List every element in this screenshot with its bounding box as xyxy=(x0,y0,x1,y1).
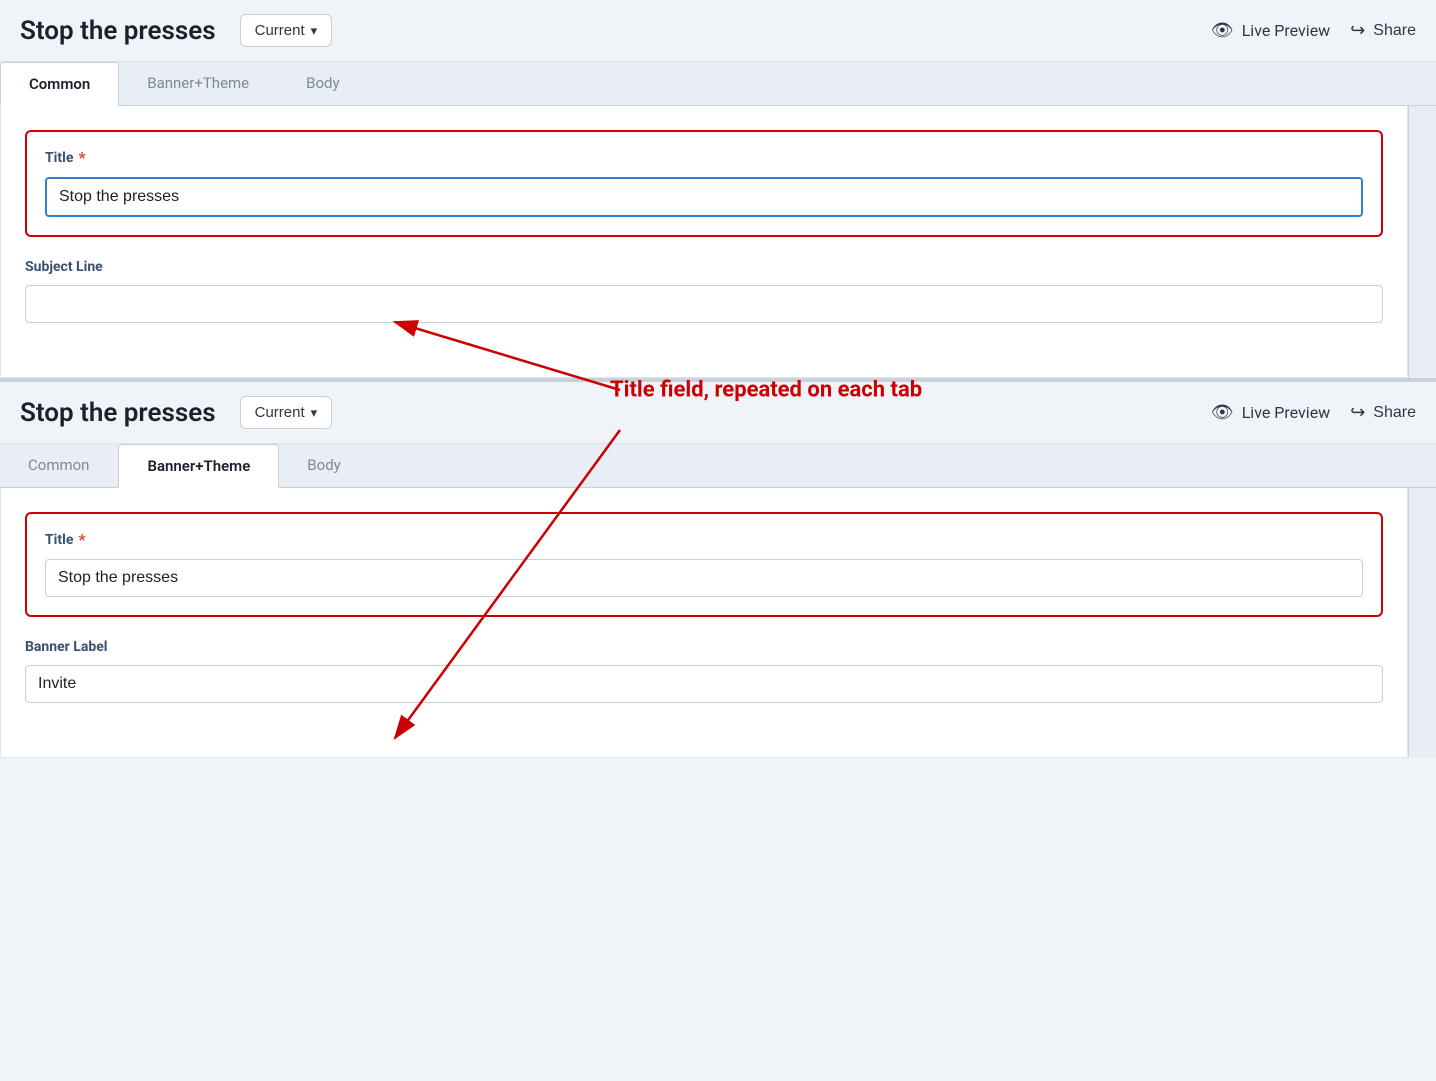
tab-banner-theme-lower[interactable]: Banner+Theme xyxy=(118,444,279,488)
upper-panel: Stop the presses Current ▾ 👁 Live Previe… xyxy=(0,0,1436,382)
tab-banner-theme-upper[interactable]: Banner+Theme xyxy=(119,62,278,105)
share-button-lower[interactable]: ↪ Share xyxy=(1350,402,1416,423)
share-label-upper: Share xyxy=(1373,22,1416,40)
banner-label-field-group-lower: Banner Label xyxy=(25,639,1383,703)
header-actions-upper: 👁 Live Preview ↪ Share xyxy=(1211,20,1416,41)
title-input-lower[interactable] xyxy=(45,559,1363,597)
current-dropdown-upper[interactable]: Current ▾ xyxy=(240,14,333,47)
lower-main-content: Title * Banner Label xyxy=(0,488,1408,758)
side-strip-upper xyxy=(1408,106,1436,378)
dropdown-chevron-upper: ▾ xyxy=(311,23,318,39)
lower-header: Stop the presses Current ▾ 👁 Live Previe… xyxy=(0,382,1436,444)
title-input-upper[interactable] xyxy=(45,177,1363,217)
eye-icon-lower: 👁 xyxy=(1211,402,1234,423)
required-star-lower: * xyxy=(78,530,85,549)
required-star-upper: * xyxy=(78,148,85,167)
tab-common-lower[interactable]: Common xyxy=(0,444,118,487)
current-dropdown-lower[interactable]: Current ▾ xyxy=(240,396,333,429)
title-label-lower: Title * xyxy=(45,530,1363,549)
tab-common-upper[interactable]: Common xyxy=(0,62,119,106)
title-field-group-lower: Title * xyxy=(25,512,1383,617)
dropdown-label-upper: Current xyxy=(255,22,305,39)
side-strip-lower xyxy=(1408,488,1436,758)
title-field-group-upper: Title * xyxy=(25,130,1383,237)
title-label-upper: Title * xyxy=(45,148,1363,167)
upper-main-content: Title * Subject Line xyxy=(0,106,1408,378)
lower-content-area: Title * Banner Label xyxy=(0,488,1436,758)
live-preview-label-upper: Live Preview xyxy=(1242,21,1331,40)
dropdown-label-lower: Current xyxy=(255,404,305,421)
banner-label-input-lower[interactable] xyxy=(25,665,1383,703)
share-icon-lower: ↪ xyxy=(1350,402,1365,423)
eye-icon-upper: 👁 xyxy=(1211,20,1234,41)
dropdown-chevron-lower: ▾ xyxy=(311,405,318,421)
share-button-upper[interactable]: ↪ Share xyxy=(1350,20,1416,41)
live-preview-label-lower: Live Preview xyxy=(1242,403,1331,422)
subject-line-field-group-upper: Subject Line xyxy=(25,259,1383,323)
live-preview-button-lower[interactable]: 👁 Live Preview xyxy=(1211,402,1330,423)
subject-line-label-upper: Subject Line xyxy=(25,259,1383,275)
share-label-lower: Share xyxy=(1373,404,1416,422)
page-title-lower: Stop the presses xyxy=(20,398,216,428)
page-title-upper: Stop the presses xyxy=(20,16,216,46)
tab-body-upper[interactable]: Body xyxy=(278,62,368,105)
upper-content-area: Title * Subject Line xyxy=(0,106,1436,378)
tabs-bar-lower: Common Banner+Theme Body xyxy=(0,444,1436,488)
share-icon-upper: ↪ xyxy=(1350,20,1365,41)
banner-label-label-lower: Banner Label xyxy=(25,639,1383,655)
header-actions-lower: 👁 Live Preview ↪ Share xyxy=(1211,402,1416,423)
tab-body-lower[interactable]: Body xyxy=(279,444,369,487)
upper-header: Stop the presses Current ▾ 👁 Live Previe… xyxy=(0,0,1436,62)
tabs-bar-upper: Common Banner+Theme Body xyxy=(0,62,1436,106)
subject-line-input-upper[interactable] xyxy=(25,285,1383,323)
lower-panel: Stop the presses Current ▾ 👁 Live Previe… xyxy=(0,382,1436,758)
live-preview-button-upper[interactable]: 👁 Live Preview xyxy=(1211,20,1330,41)
